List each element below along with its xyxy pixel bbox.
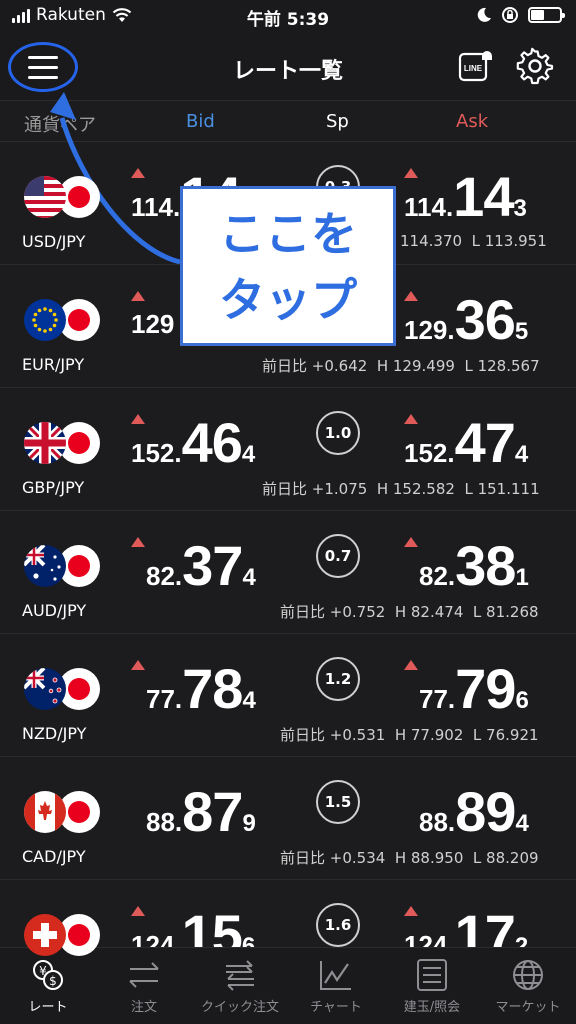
rate-icon: ¥ $	[33, 960, 63, 990]
column-ask: Ask	[456, 111, 489, 132]
spread-badge: 0.7	[316, 534, 360, 578]
tab-bar: ¥ $ レート 注文 クイック注文 チャート 建玉/照会 マーケット	[0, 947, 576, 1024]
positions-icon	[417, 959, 447, 991]
rate-row-cad-jpy[interactable]: CAD/JPY 88.879 1.5 88.894 前日比 +0.534 H 8…	[0, 757, 576, 880]
high-low: 114.370 L 113.951	[400, 232, 547, 250]
svg-text:$: $	[49, 974, 57, 988]
battery-icon	[528, 7, 565, 23]
tab-label: 建玉/照会	[403, 1000, 461, 1015]
tab-market[interactable]: マーケット	[480, 948, 576, 1024]
up-arrow-icon	[404, 660, 418, 670]
change-high-low: 前日比 +0.534 H 88.950 L 88.209	[280, 849, 539, 867]
change-high-low: 前日比 +0.642 H 129.499 L 128.567	[262, 357, 540, 375]
pair-label: USD/JPY	[22, 232, 86, 251]
callout-line-1: ここを	[219, 207, 357, 261]
app-header: レート一覧 LINE	[0, 34, 576, 100]
ch-flag-icon	[24, 914, 66, 956]
column-pair: 通貨ペア	[24, 115, 96, 136]
status-right	[476, 6, 565, 24]
quick-order-icon	[226, 960, 254, 991]
spread-badge: 1.2	[316, 657, 360, 701]
up-arrow-icon	[131, 660, 145, 670]
currency-flags	[24, 668, 100, 710]
column-bid: Bid	[186, 111, 215, 132]
column-header: 通貨ペア Bid Sp Ask	[0, 100, 576, 142]
tab-label: チャート	[310, 1000, 362, 1015]
column-spread: Sp	[326, 111, 349, 132]
currency-flags	[24, 791, 100, 833]
currency-flags	[24, 299, 100, 341]
up-arrow-icon	[131, 291, 145, 301]
tab-label: 注文	[130, 1000, 157, 1015]
up-arrow-icon	[404, 537, 418, 547]
status-bar: Rakuten 午前 5:39	[0, 0, 576, 34]
ask-price[interactable]: 152.474	[404, 410, 528, 475]
tab-chart[interactable]: チャート	[288, 948, 384, 1024]
tab-label: レート	[28, 1000, 68, 1015]
pair-label: NZD/JPY	[22, 724, 87, 743]
order-icon	[129, 962, 159, 988]
ca-flag-icon	[24, 791, 66, 833]
au-flag-icon	[24, 545, 66, 587]
spread-badge: 1.6	[316, 903, 360, 947]
line-notification-icon[interactable]: LINE	[458, 46, 492, 82]
tab-positions[interactable]: 建玉/照会	[384, 948, 480, 1024]
change-high-low: 前日比 +1.075 H 152.582 L 151.111	[262, 480, 540, 498]
ask-price[interactable]: 82.381	[419, 533, 529, 598]
line-badge-text: LINE	[464, 64, 483, 73]
ask-price[interactable]: 114.143	[404, 164, 527, 229]
tab-quick-order[interactable]: クイック注文	[192, 948, 288, 1024]
callout-line-2: タップ	[219, 273, 357, 327]
rate-row-aud-jpy[interactable]: AUD/JPY 82.374 0.7 82.381 前日比 +0.752 H 8…	[0, 511, 576, 634]
chart-icon	[320, 961, 351, 990]
nz-flag-icon	[24, 668, 66, 710]
uk-flag-icon	[24, 422, 66, 464]
tap-here-callout: ここを タップ	[180, 186, 396, 346]
bid-price[interactable]: 152.464	[131, 410, 255, 475]
gear-icon[interactable]	[516, 47, 554, 85]
spread-badge: 1.5	[316, 780, 360, 824]
ask-price[interactable]: 77.796	[419, 656, 529, 721]
bid-price[interactable]: 88.879	[146, 779, 256, 844]
change-high-low: 前日比 +0.531 H 77.902 L 76.921	[280, 726, 539, 744]
moon-icon	[477, 7, 491, 22]
tab-label: クイック注文	[200, 1000, 279, 1015]
tab-label: マーケット	[495, 1000, 561, 1015]
rate-row-gbp-jpy[interactable]: GBP/JPY 152.464 1.0 152.474 前日比 +1.075 H…	[0, 388, 576, 511]
bid-price[interactable]: 82.374	[146, 533, 256, 598]
bid-price[interactable]: 129	[131, 309, 174, 340]
globe-icon	[513, 960, 543, 990]
rate-row-nzd-jpy[interactable]: NZD/JPY 77.784 1.2 77.796 前日比 +0.531 H 7…	[0, 634, 576, 757]
tab-order[interactable]: 注文	[96, 948, 192, 1024]
ask-price[interactable]: 88.894	[419, 779, 529, 844]
tab-rate[interactable]: ¥ $ レート	[0, 948, 96, 1024]
rotation-lock-icon	[502, 7, 518, 23]
change-high-low: 前日比 +0.752 H 82.474 L 81.268	[280, 603, 539, 621]
currency-flags	[24, 422, 100, 464]
us-flag-icon	[24, 176, 66, 218]
pair-label: EUR/JPY	[22, 355, 85, 374]
spread-badge: 1.0	[316, 411, 360, 455]
currency-flags	[24, 176, 100, 218]
currency-flags	[24, 545, 100, 587]
bid-price[interactable]: 77.784	[146, 656, 256, 721]
pair-label: AUD/JPY	[22, 601, 87, 620]
pair-label: GBP/JPY	[22, 478, 85, 497]
up-arrow-icon	[131, 537, 145, 547]
eu-flag-icon	[24, 299, 66, 341]
ask-price[interactable]: 129.365	[404, 287, 528, 352]
pair-label: CAD/JPY	[22, 847, 86, 866]
